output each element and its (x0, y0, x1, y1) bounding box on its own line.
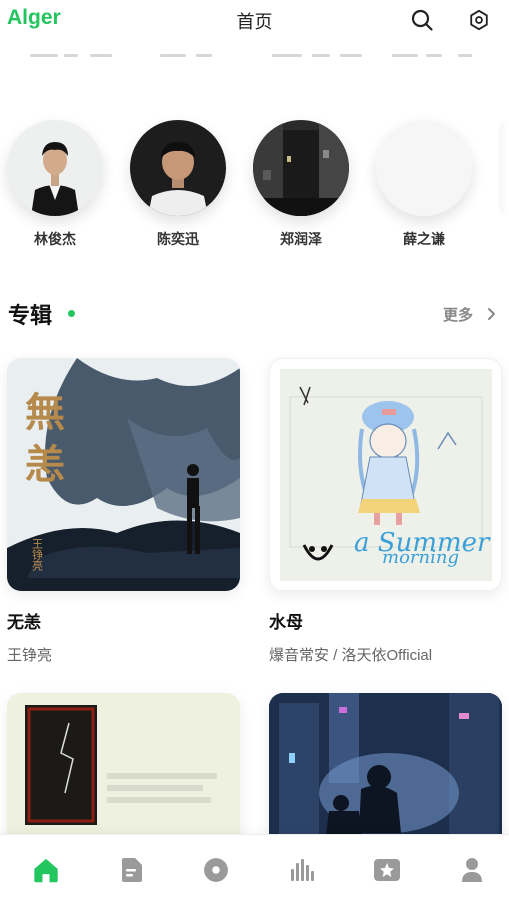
gear-icon (470, 9, 488, 31)
chevron-right-icon[interactable] (486, 307, 498, 321)
album-artist[interactable]: 爆音常安 / 洛天依Official (269, 644, 502, 665)
user-icon (462, 858, 482, 882)
album-card[interactable]: 無 恙 王铮亮 无恙 王铮亮 (7, 358, 240, 665)
album-cover-text: morning (382, 547, 459, 568)
artist-row: 林俊杰 陈奕迅 郑润泽 薛之谦 (0, 120, 509, 260)
album-artist[interactable]: 王铮亮 (7, 644, 240, 665)
album-card[interactable]: a Summer morning 水母 爆音常安 / 洛天依Official (269, 358, 502, 665)
album-cover-artist-text: 王铮亮 (31, 538, 44, 571)
nav-favorites[interactable] (372, 855, 402, 885)
album-cover[interactable]: 無 恙 王铮亮 (7, 358, 240, 591)
artist-name[interactable]: 郑润泽 (253, 229, 349, 249)
artist-avatar[interactable] (376, 120, 472, 216)
nav-charts[interactable] (287, 855, 317, 885)
document-icon (122, 858, 142, 882)
nav-profile[interactable] (457, 855, 487, 885)
album-title[interactable]: 无恙 (7, 608, 240, 633)
nav-disc[interactable] (201, 855, 231, 885)
artist-avatar-partial (499, 120, 509, 216)
search-icon (411, 9, 433, 31)
artist-avatar[interactable] (7, 120, 103, 216)
artist-item[interactable]: 林俊杰 (7, 120, 103, 249)
bottom-nav (0, 834, 509, 911)
album-cover[interactable]: a Summer morning (269, 358, 502, 591)
section-title: 专辑 (8, 303, 53, 328)
nav-home[interactable] (31, 855, 61, 885)
artist-name[interactable]: 陈奕迅 (130, 229, 226, 249)
home-icon (34, 858, 58, 883)
settings-button[interactable] (465, 6, 493, 34)
artist-avatar[interactable] (130, 120, 226, 216)
section-indicator-dot (68, 310, 75, 317)
search-button[interactable] (408, 6, 436, 34)
more-link[interactable]: 更多 (443, 304, 473, 325)
chart-bars-icon (291, 859, 314, 881)
star-box-icon (374, 859, 400, 881)
artist-avatar[interactable] (253, 120, 349, 216)
artist-item[interactable]: 薛之谦 (376, 120, 472, 249)
artist-name[interactable]: 薛之谦 (376, 229, 472, 249)
artist-name[interactable]: 林俊杰 (7, 229, 103, 249)
disc-icon (204, 858, 228, 882)
nav-documents[interactable] (117, 855, 147, 885)
album-title[interactable]: 水母 (269, 608, 502, 633)
album-section-header: 专辑 更多 (0, 296, 509, 330)
artist-item[interactable]: 郑润泽 (253, 120, 349, 249)
album-cover-title-char: 無 (25, 389, 65, 436)
top-bar: Alger 首页 (0, 0, 509, 40)
artist-item[interactable]: 陈奕迅 (130, 120, 226, 249)
scrolled-content-fragment (0, 44, 509, 60)
album-cover-title-char: 恙 (25, 441, 65, 488)
